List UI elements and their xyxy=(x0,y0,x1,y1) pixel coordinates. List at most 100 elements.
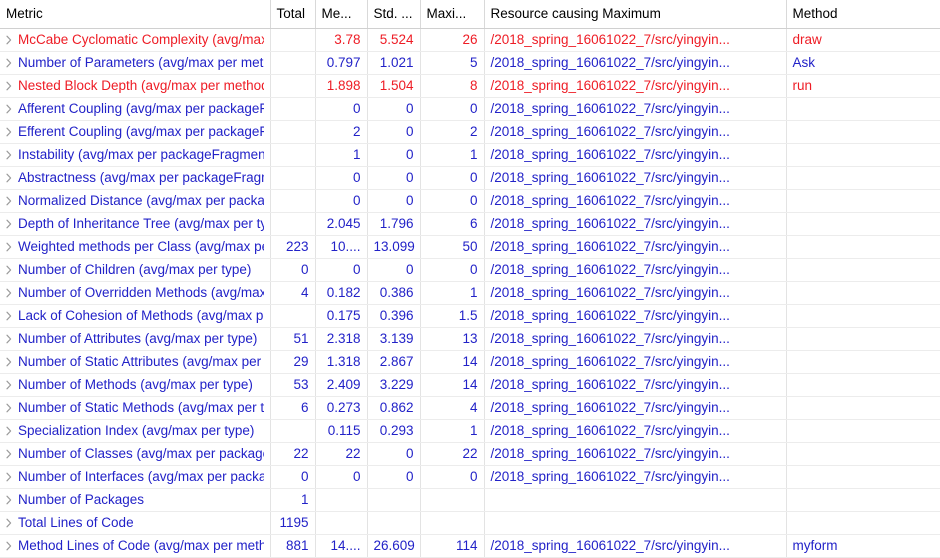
cell-metric[interactable]: Number of Packages xyxy=(0,488,271,512)
chevron-right-icon[interactable] xyxy=(0,422,18,440)
chevron-right-icon[interactable] xyxy=(0,537,18,555)
column-header-std-dev[interactable]: Std. ... xyxy=(367,0,421,29)
cell-metric[interactable]: Number of Static Attributes (avg/max per… xyxy=(0,350,271,374)
cell-metric[interactable]: Afferent Coupling (avg/max per packageFr… xyxy=(0,97,271,121)
cell-metric[interactable]: Total Lines of Code xyxy=(0,511,271,535)
table-row[interactable]: Afferent Coupling (avg/max per packageFr… xyxy=(0,97,940,121)
chevron-right-icon[interactable] xyxy=(0,100,18,118)
cell-metric[interactable]: Number of Overridden Methods (avg/max pe… xyxy=(0,281,271,305)
table-row[interactable]: Specialization Index (avg/max per type) 0… xyxy=(0,419,940,443)
cell-metric[interactable]: Method Lines of Code (avg/max per method… xyxy=(0,534,271,558)
table-row[interactable]: Number of Attributes (avg/max per type) 5… xyxy=(0,327,940,351)
cell-mean: 0.115 xyxy=(315,419,368,443)
table-body: McCabe Cyclomatic Complexity (avg/max pe… xyxy=(0,28,940,558)
column-header-resource-causing-maximum[interactable]: Resource causing Maximum xyxy=(484,0,787,29)
column-header-mean[interactable]: Me... xyxy=(315,0,368,29)
table-row[interactable]: Efferent Coupling (avg/max per packageFr… xyxy=(0,120,940,144)
chevron-right-icon[interactable] xyxy=(0,261,18,279)
cell-metric[interactable]: Normalized Distance (avg/max per package… xyxy=(0,189,271,213)
table-row[interactable]: Depth of Inheritance Tree (avg/max per t… xyxy=(0,212,940,236)
cell-metric[interactable]: Number of Interfaces (avg/max per packag… xyxy=(0,465,271,489)
cell-mean: 0.797 xyxy=(315,51,368,75)
cell-resource-causing-maximum: /2018_spring_16061022_7/src/yingyin... xyxy=(484,120,787,144)
chevron-right-icon[interactable] xyxy=(0,307,18,325)
cell-metric[interactable]: Number of Static Methods (avg/max per ty… xyxy=(0,396,271,420)
table-row[interactable]: Number of Packages 1 xyxy=(0,488,940,512)
cell-maximum: 5 xyxy=(420,51,485,75)
table-row[interactable]: Instability (avg/max per packageFragment… xyxy=(0,143,940,167)
chevron-right-icon[interactable] xyxy=(0,146,18,164)
chevron-right-icon[interactable] xyxy=(0,445,18,463)
table-row[interactable]: Abstractness (avg/max per packageFragmen… xyxy=(0,166,940,190)
chevron-right-icon[interactable] xyxy=(0,31,18,49)
table-row[interactable]: Number of Children (avg/max per type) 0 0 0… xyxy=(0,258,940,282)
cell-std-dev: 3.139 xyxy=(367,327,421,351)
chevron-right-icon[interactable] xyxy=(0,330,18,348)
metric-label: Depth of Inheritance Tree (avg/max per t… xyxy=(18,215,264,231)
cell-metric[interactable]: Efferent Coupling (avg/max per packageFr… xyxy=(0,120,271,144)
chevron-right-icon[interactable] xyxy=(0,376,18,394)
cell-method xyxy=(786,212,940,236)
cell-total: 53 xyxy=(270,373,316,397)
table-row[interactable]: Number of Static Attributes (avg/max per… xyxy=(0,350,940,374)
table-row[interactable]: Number of Static Methods (avg/max per ty… xyxy=(0,396,940,420)
chevron-right-icon[interactable] xyxy=(0,399,18,417)
cell-metric[interactable]: Nested Block Depth (avg/max per method) xyxy=(0,74,271,98)
table-row[interactable]: Weighted methods per Class (avg/max per … xyxy=(0,235,940,259)
table-row[interactable]: Total Lines of Code 1195 xyxy=(0,511,940,535)
cell-resource-causing-maximum: /2018_spring_16061022_7/src/yingyin... xyxy=(484,258,787,282)
chevron-right-icon[interactable] xyxy=(0,54,18,72)
cell-method xyxy=(786,304,940,328)
cell-metric[interactable]: Specialization Index (avg/max per type) xyxy=(0,419,271,443)
table-row[interactable]: Number of Classes (avg/max per packageFr… xyxy=(0,442,940,466)
cell-maximum: 50 xyxy=(420,235,485,259)
chevron-right-icon[interactable] xyxy=(0,77,18,95)
chevron-right-icon[interactable] xyxy=(0,215,18,233)
column-header-maximum[interactable]: Maxi... xyxy=(420,0,485,29)
cell-metric[interactable]: Number of Classes (avg/max per packageFr… xyxy=(0,442,271,466)
column-header-total[interactable]: Total xyxy=(270,0,316,29)
cell-total: 29 xyxy=(270,350,316,374)
cell-maximum: 0 xyxy=(420,465,485,489)
column-header-method[interactable]: Method xyxy=(786,0,940,29)
cell-metric[interactable]: Weighted methods per Class (avg/max per … xyxy=(0,235,271,259)
cell-metric[interactable]: Depth of Inheritance Tree (avg/max per t… xyxy=(0,212,271,236)
table-row[interactable]: Nested Block Depth (avg/max per method) 1… xyxy=(0,74,940,98)
cell-metric[interactable]: Lack of Cohesion of Methods (avg/max per… xyxy=(0,304,271,328)
cell-maximum: 4 xyxy=(420,396,485,420)
table-row[interactable]: Method Lines of Code (avg/max per method… xyxy=(0,534,940,558)
chevron-right-icon[interactable] xyxy=(0,353,18,371)
cell-total xyxy=(270,304,316,328)
cell-metric[interactable]: McCabe Cyclomatic Complexity (avg/max pe… xyxy=(0,28,271,52)
column-header-metric[interactable]: Metric xyxy=(0,0,271,29)
table-row[interactable]: Number of Interfaces (avg/max per packag… xyxy=(0,465,940,489)
table-row[interactable]: Number of Overridden Methods (avg/max pe… xyxy=(0,281,940,305)
chevron-right-icon[interactable] xyxy=(0,169,18,187)
chevron-right-icon[interactable] xyxy=(0,284,18,302)
cell-metric[interactable]: Number of Methods (avg/max per type) xyxy=(0,373,271,397)
metric-label: Number of Parameters (avg/max per method… xyxy=(18,54,264,70)
cell-metric[interactable]: Abstractness (avg/max per packageFragmen… xyxy=(0,166,271,190)
cell-std-dev: 0.293 xyxy=(367,419,421,443)
table-row[interactable]: Number of Parameters (avg/max per method… xyxy=(0,51,940,75)
cell-metric[interactable]: Number of Attributes (avg/max per type) xyxy=(0,327,271,351)
table-row[interactable]: Lack of Cohesion of Methods (avg/max per… xyxy=(0,304,940,328)
cell-resource-causing-maximum: /2018_spring_16061022_7/src/yingyin... xyxy=(484,534,787,558)
metric-label: Number of Static Attributes (avg/max per… xyxy=(18,353,264,369)
chevron-right-icon[interactable] xyxy=(0,123,18,141)
table-row[interactable]: Number of Methods (avg/max per type) 53 2.… xyxy=(0,373,940,397)
cell-metric[interactable]: Instability (avg/max per packageFragment… xyxy=(0,143,271,167)
chevron-right-icon[interactable] xyxy=(0,491,18,509)
metric-label: Number of Static Methods (avg/max per ty… xyxy=(18,399,264,415)
cell-total xyxy=(270,28,316,52)
table-row[interactable]: Normalized Distance (avg/max per package… xyxy=(0,189,940,213)
chevron-right-icon[interactable] xyxy=(0,192,18,210)
chevron-right-icon[interactable] xyxy=(0,468,18,486)
cell-metric[interactable]: Number of Parameters (avg/max per method… xyxy=(0,51,271,75)
cell-mean: 1.318 xyxy=(315,350,368,374)
cell-metric[interactable]: Number of Children (avg/max per type) xyxy=(0,258,271,282)
cell-method xyxy=(786,442,940,466)
chevron-right-icon[interactable] xyxy=(0,238,18,256)
chevron-right-icon[interactable] xyxy=(0,514,18,532)
table-row[interactable]: McCabe Cyclomatic Complexity (avg/max pe… xyxy=(0,28,940,52)
